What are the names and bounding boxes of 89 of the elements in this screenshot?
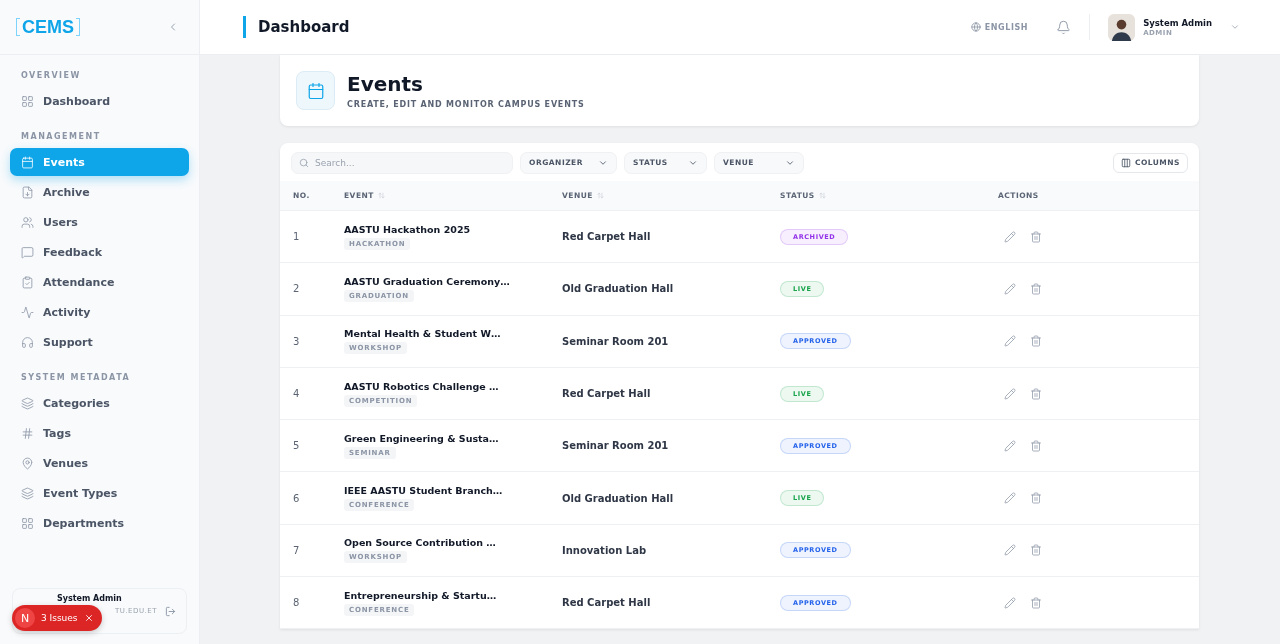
delete-button[interactable] xyxy=(1030,335,1042,348)
sort-icon xyxy=(818,192,826,199)
columns-icon xyxy=(1120,157,1131,168)
nav-item[interactable]: Tags xyxy=(10,419,189,447)
nav-item[interactable]: Venues xyxy=(10,449,189,477)
notification-button[interactable] xyxy=(1056,19,1072,35)
file-download-icon xyxy=(21,185,34,199)
grid-icon xyxy=(21,94,34,108)
nav-item[interactable]: Attendance xyxy=(10,268,189,296)
edit-button[interactable] xyxy=(1004,335,1016,348)
nav-item[interactable]: Archive xyxy=(10,178,189,206)
venue-name: Seminar Room 201 xyxy=(562,440,670,452)
delete-button[interactable] xyxy=(1030,282,1042,295)
section-title: MANAGEMENT xyxy=(20,131,102,143)
row-number: 4 xyxy=(293,388,301,400)
search-icon xyxy=(299,157,309,168)
row-number: 6 xyxy=(293,492,301,504)
page-title: Events xyxy=(347,72,424,96)
venue-name: Red Carpet Hall xyxy=(562,231,652,243)
venue-name: Red Carpet Hall xyxy=(562,597,652,609)
event-name: Mental Health & Student W… xyxy=(344,328,501,340)
sort-icon xyxy=(596,192,604,199)
row-number: 5 xyxy=(293,440,301,452)
venue-name: Red Carpet Hall xyxy=(562,388,652,400)
n-logo: N xyxy=(15,608,35,628)
row-number: 3 xyxy=(293,335,301,347)
nav-item[interactable]: Activity xyxy=(10,298,189,326)
delete-button[interactable] xyxy=(1030,492,1042,505)
nav-item[interactable]: Event Types xyxy=(10,479,189,507)
event-name: AASTU Graduation Ceremony… xyxy=(344,275,510,287)
globe-icon xyxy=(970,22,981,32)
pulse-icon xyxy=(21,305,34,319)
delete-button[interactable] xyxy=(1030,387,1042,400)
headphones-icon xyxy=(21,335,34,349)
layers-icon xyxy=(21,396,34,410)
close-icon[interactable] xyxy=(83,613,94,623)
page-heading: Dashboard xyxy=(243,16,965,38)
page-subtitle: CREATE, EDIT AND MONITOR CAMPUS EVENTS xyxy=(347,100,585,109)
event-name: IEEE AASTU Student Branch… xyxy=(344,485,503,497)
section-title: OVERVIEW xyxy=(20,70,82,82)
nav-item[interactable]: Dashboard xyxy=(10,87,189,115)
section-title: SYSTEM METADATA xyxy=(20,372,132,384)
users-icon xyxy=(21,215,34,229)
row-number: 8 xyxy=(293,597,301,609)
user-name: System Admin xyxy=(57,593,122,603)
chat-bubble-icon xyxy=(21,245,34,259)
edit-button[interactable] xyxy=(1004,492,1016,505)
row-number: 1 xyxy=(293,231,301,243)
logo: CEMS xyxy=(16,16,80,38)
edit-button[interactable] xyxy=(1004,544,1016,557)
nav-item[interactable]: Support xyxy=(10,328,189,356)
avatar xyxy=(1108,13,1136,41)
venue-name: Old Graduation Hall xyxy=(562,283,675,295)
calendar-icon xyxy=(296,71,335,110)
chevron-down-icon xyxy=(1230,22,1240,32)
grid-icon xyxy=(21,516,34,530)
row-number: 7 xyxy=(293,544,301,556)
delete-button[interactable] xyxy=(1030,544,1042,557)
venue-name: Old Graduation Hall xyxy=(562,492,675,504)
event-name: Entrepreneurship & Startu… xyxy=(344,589,497,601)
event-name: AASTU Hackathon 2025 xyxy=(344,223,471,235)
delete-button[interactable] xyxy=(1030,230,1042,243)
edit-button[interactable] xyxy=(1004,596,1016,609)
edit-button[interactable] xyxy=(1004,439,1016,452)
event-name: AASTU Robotics Challenge … xyxy=(344,380,499,392)
venue-name: Seminar Room 201 xyxy=(562,335,670,347)
issues-badge[interactable]: N 3 Issues xyxy=(12,605,102,631)
nav-item[interactable]: Feedback xyxy=(10,238,189,266)
event-name: Open Source Contribution … xyxy=(344,537,496,549)
row-number: 2 xyxy=(293,283,301,295)
issues-label: 3 Issues xyxy=(41,613,78,623)
map-pin-icon xyxy=(21,456,34,470)
nav-item[interactable]: Departments xyxy=(10,509,189,537)
venue-name: Innovation Lab xyxy=(562,544,648,556)
search-field[interactable]: Search... xyxy=(291,151,513,174)
logout-icon[interactable] xyxy=(165,605,176,617)
layers-icon xyxy=(21,486,34,500)
nav-item[interactable]: Users xyxy=(10,208,189,236)
event-name: Green Engineering & Susta… xyxy=(344,432,499,444)
calendar-icon xyxy=(21,155,34,169)
nav-item[interactable]: Categories xyxy=(10,389,189,417)
delete-button[interactable] xyxy=(1030,439,1042,452)
hash-icon xyxy=(21,426,34,440)
edit-button[interactable] xyxy=(1004,387,1016,400)
edit-button[interactable] xyxy=(1004,230,1016,243)
clipboard-check-icon xyxy=(21,275,34,289)
sort-icon xyxy=(377,192,385,199)
delete-button[interactable] xyxy=(1030,596,1042,609)
edit-button[interactable] xyxy=(1004,282,1016,295)
